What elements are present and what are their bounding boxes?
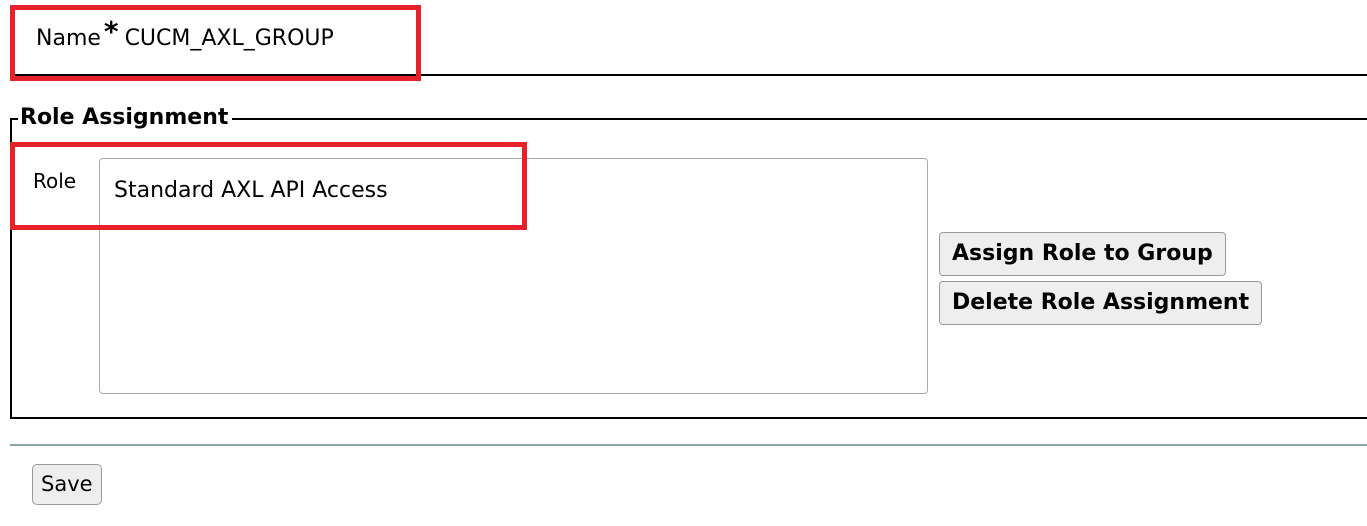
footer-divider [10, 444, 1367, 446]
delete-role-assignment-button[interactable]: Delete Role Assignment [939, 281, 1263, 325]
assign-role-button[interactable]: Assign Role to Group [939, 232, 1226, 276]
save-button[interactable]: Save [32, 464, 102, 505]
role-assignment-legend: Role Assignment [18, 106, 233, 130]
name-highlight-box [10, 5, 421, 81]
role-highlight-box [10, 142, 527, 230]
